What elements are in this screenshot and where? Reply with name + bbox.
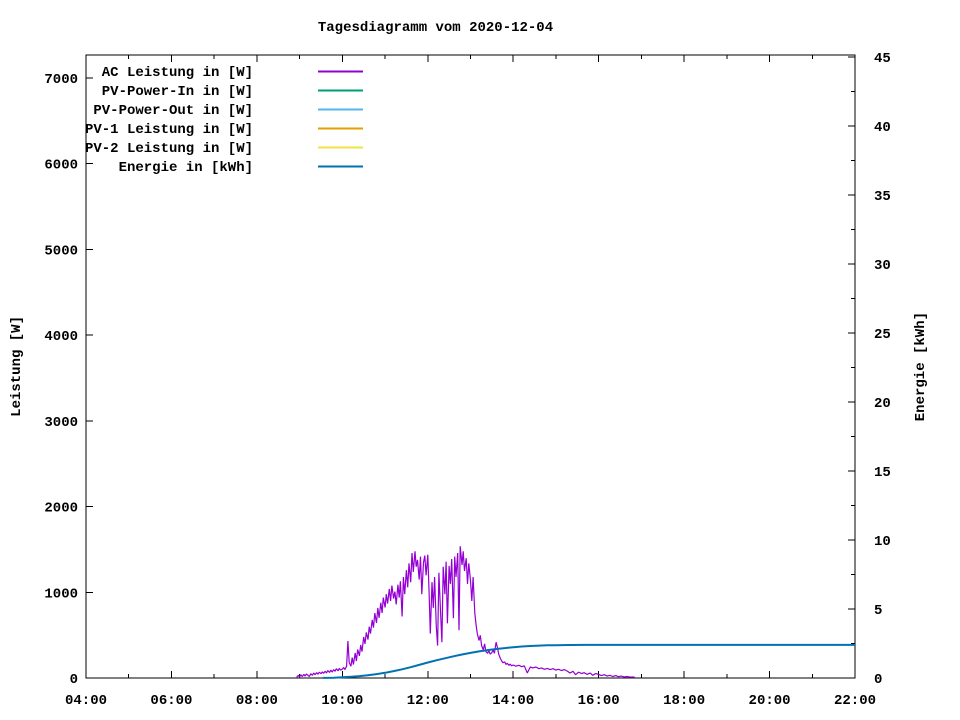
y-left-axis-title: Leistung [W] — [9, 316, 25, 417]
x-tick-label: 12:00 — [407, 693, 449, 709]
y-right-tick-label: 40 — [874, 120, 891, 136]
y-right-tick-label: 30 — [874, 258, 891, 274]
gnuplot-chart-window: 04:00 06:00 08:00 10:00 12:00 14:00 16:00 18:00… — [0, 0, 960, 720]
y-right-axis-title: Energie [kWh] — [913, 312, 929, 422]
y-right-tick-label: 20 — [874, 396, 891, 412]
x-tick-label: 08:00 — [236, 693, 278, 709]
y-right-tick-label: 35 — [874, 189, 891, 205]
legend-label: PV-Power-Out in [W] — [93, 103, 253, 119]
x-tick-label: 14:00 — [492, 693, 534, 709]
y-right-tick-label: 45 — [874, 51, 891, 67]
y-left-tick-label: 3000 — [44, 415, 78, 431]
y-left-tick-label: 4000 — [44, 329, 78, 345]
y-right-tick-label: 5 — [874, 603, 882, 619]
y-right-tick-label: 15 — [874, 465, 891, 481]
plot-canvas: 04:00 06:00 08:00 10:00 12:00 14:00 16:00 18:00… — [44, 51, 891, 709]
series-ac-leistung-in-w-line — [296, 546, 636, 679]
x-tick-label: 22:00 — [834, 693, 876, 709]
x-tick-label: 16:00 — [578, 693, 620, 709]
y-right-tick-label: 0 — [874, 672, 882, 688]
x-tick-label: 04:00 — [65, 693, 107, 709]
y-left-tick-label: 5000 — [44, 243, 78, 259]
legend-label: AC Leistung in [W] — [102, 65, 253, 81]
y-left-tick-label: 2000 — [44, 501, 78, 517]
y-left-tick-label: 0 — [70, 672, 78, 688]
x-tick-label: 18:00 — [663, 693, 705, 709]
x-tick-label: 10:00 — [321, 693, 363, 709]
legend-label: PV-2 Leistung in [W] — [85, 141, 253, 157]
chart-title: Tagesdiagramm vom 2020-12-04 — [317, 20, 554, 36]
x-tick-label: 06:00 — [150, 693, 192, 709]
y-left-tick-label: 6000 — [44, 158, 78, 174]
legend-label: Energie in [kWh] — [119, 160, 253, 176]
legend-label: PV-1 Leistung in [W] — [85, 122, 253, 138]
x-tick-label: 20:00 — [749, 693, 791, 709]
y-left-tick-label: 7000 — [44, 72, 78, 88]
legend-label: PV-Power-In in [W] — [102, 84, 253, 100]
y-right-tick-label: 10 — [874, 534, 891, 550]
y-right-tick-label: 25 — [874, 327, 891, 343]
y-left-tick-label: 1000 — [44, 586, 78, 602]
